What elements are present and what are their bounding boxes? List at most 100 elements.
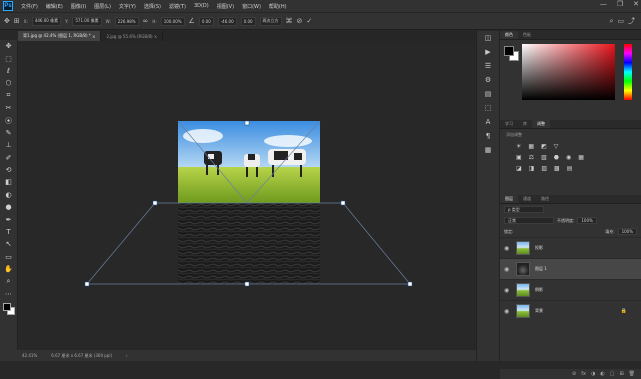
tab-adjustments[interactable]: 调整 [532,120,550,128]
menu-3d[interactable]: 3D(D) [190,3,213,9]
brush-settings-icon[interactable]: ⚙ [477,73,499,87]
hand-icon[interactable]: ✋ [0,263,17,275]
handle-bottom-right[interactable] [407,281,413,287]
color-picker-field[interactable] [522,44,615,100]
posterize-icon[interactable]: ◨ [529,165,535,172]
layer-filter-select[interactable]: ρ 类型 [504,206,544,213]
visibility-eye-icon[interactable]: ◉ [504,287,511,294]
properties-icon[interactable]: ☰ [477,59,499,73]
cancel-transform-icon[interactable]: ⊘ [297,17,303,25]
menu-select[interactable]: 选择(S) [140,3,165,10]
y-field[interactable]: 571.00 像素 [72,16,102,26]
handle-bottom[interactable] [244,281,250,287]
healing-icon[interactable]: ⦿ [0,114,17,126]
trash-icon[interactable]: 🗑 [629,371,635,377]
handle-mid-left[interactable] [152,200,158,206]
layer-row-selected[interactable]: ◉ 图层 1 [500,258,641,279]
hue-saturation-icon[interactable]: ▣ [516,154,522,161]
blur-icon[interactable]: ● [0,201,17,213]
status-arrow-icon[interactable]: › [126,353,128,358]
link-layers-icon[interactable]: ⊘ [572,371,576,377]
close-icon[interactable]: ✕ [633,0,639,8]
gradient-map-icon[interactable]: ▩ [554,165,560,172]
type-icon[interactable]: T [0,226,17,238]
tab-learn[interactable]: 学习 [500,120,518,128]
adjustment-layer-icon[interactable]: ◐ [600,371,604,377]
mask-icon[interactable]: ◑ [591,371,595,377]
color-balance-icon[interactable]: ⚖ [529,154,534,161]
menu-layer[interactable]: 图层(L) [90,3,115,10]
share-icon[interactable]: ⤴ [628,16,635,26]
link-icon[interactable]: ∞ [143,17,149,25]
tab-close-icon[interactable]: × [92,34,95,39]
angle-field[interactable]: 0.00 [198,16,214,26]
canvas-area[interactable] [18,41,476,350]
tab-document-2[interactable]: 2.jpg @ 55.6% (RGB/8) × [101,31,164,41]
tab-document-1[interactable]: 背1.jpg @ 42.4% (图层 1, RGB/8) * × [18,31,102,41]
path-select-icon[interactable]: ↖ [0,238,17,250]
lasso-icon[interactable]: ℓ [0,65,17,77]
commit-transform-icon[interactable]: ✓ [306,17,312,25]
layer-row-background[interactable]: ◉ 背景 🔒 [500,300,641,321]
more-tools-icon[interactable]: ⋯ [0,288,17,300]
fx-icon[interactable]: fx [581,371,586,377]
canvas-svg[interactable] [18,41,476,350]
invert-icon[interactable]: ◪ [516,165,522,172]
menu-type[interactable]: 文字(Y) [115,3,140,10]
zoom-icon[interactable]: ⌕ [0,275,17,287]
visibility-eye-icon[interactable]: ◉ [504,308,511,315]
quick-select-icon[interactable]: ⬡ [0,77,17,89]
handle-bottom-left[interactable] [84,281,90,287]
width-field[interactable]: 226.98% [114,16,139,26]
visibility-eye-icon[interactable]: ◉ [504,245,511,252]
rectangle-icon[interactable]: ▭ [0,251,17,263]
menu-file[interactable]: 文件(F) [17,3,42,10]
move-icon[interactable]: ✥ [0,40,17,52]
curves-icon[interactable]: ◩ [541,143,547,150]
minimize-icon[interactable]: — [600,0,607,8]
h-skew-field[interactable]: -46.00 [217,16,237,26]
tab-channels[interactable]: 通道 [518,195,536,203]
tab-color[interactable]: 颜色 [500,31,518,39]
search-icon[interactable]: ⌕ [609,17,613,26]
dodge-icon[interactable]: ◐ [0,189,17,201]
color-swatches[interactable] [0,300,17,320]
tab-paths[interactable]: 路径 [536,195,554,203]
history-icon[interactable]: ◫ [477,31,499,45]
selective-color-icon[interactable]: ▤ [567,165,573,172]
handle-top[interactable] [244,120,250,126]
menu-help[interactable]: 帮助(H) [265,3,291,10]
tab-swatches[interactable]: 色板 [518,31,536,39]
gradient-icon[interactable]: ◧ [0,176,17,188]
marquee-icon[interactable]: ⬚ [0,52,17,64]
history-brush-icon[interactable]: ✐ [0,152,17,164]
levels-icon[interactable]: ▦ [528,143,534,150]
move-tool-icon[interactable]: ✥ [4,17,10,25]
tab-layers[interactable]: 图层 [500,195,518,203]
eraser-icon[interactable]: ⟲ [0,164,17,176]
menu-edit[interactable]: 编辑(E) [42,3,67,10]
layer-row[interactable]: ◉ 投影 [500,237,641,258]
color-lookup-icon[interactable]: ▦ [578,154,584,161]
swatches-icon[interactable]: ▤ [477,87,499,101]
warp-icon[interactable]: ⌘ [286,17,293,25]
character-icon[interactable]: A [477,115,499,129]
x-field[interactable]: 446.00 像素 [31,16,62,26]
black-white-icon[interactable]: ▧ [541,154,547,161]
slice-icon[interactable]: ✂ [0,102,17,114]
clone-source-icon[interactable]: ⬚ [477,101,499,115]
hue-slider[interactable] [624,44,632,100]
foreground-swatch[interactable] [504,46,514,56]
zoom-level[interactable]: 42.41% [22,353,37,358]
group-icon[interactable]: ▢ [610,371,615,377]
foreground-color-swatch[interactable] [3,303,11,312]
v-skew-field[interactable]: 0.00 [240,16,256,26]
reference-point-icon[interactable]: ⊞ [14,17,20,25]
handle-mid-right[interactable] [340,200,346,206]
workspace-icon[interactable]: ▭ [617,17,624,25]
threshold-icon[interactable]: ▨ [541,165,547,172]
fill-field[interactable]: 100% [617,228,637,235]
tab-close-icon[interactable]: × [154,34,157,39]
crop-icon[interactable]: ⌗ [0,90,17,102]
brightness-icon[interactable]: ☀ [516,143,521,150]
